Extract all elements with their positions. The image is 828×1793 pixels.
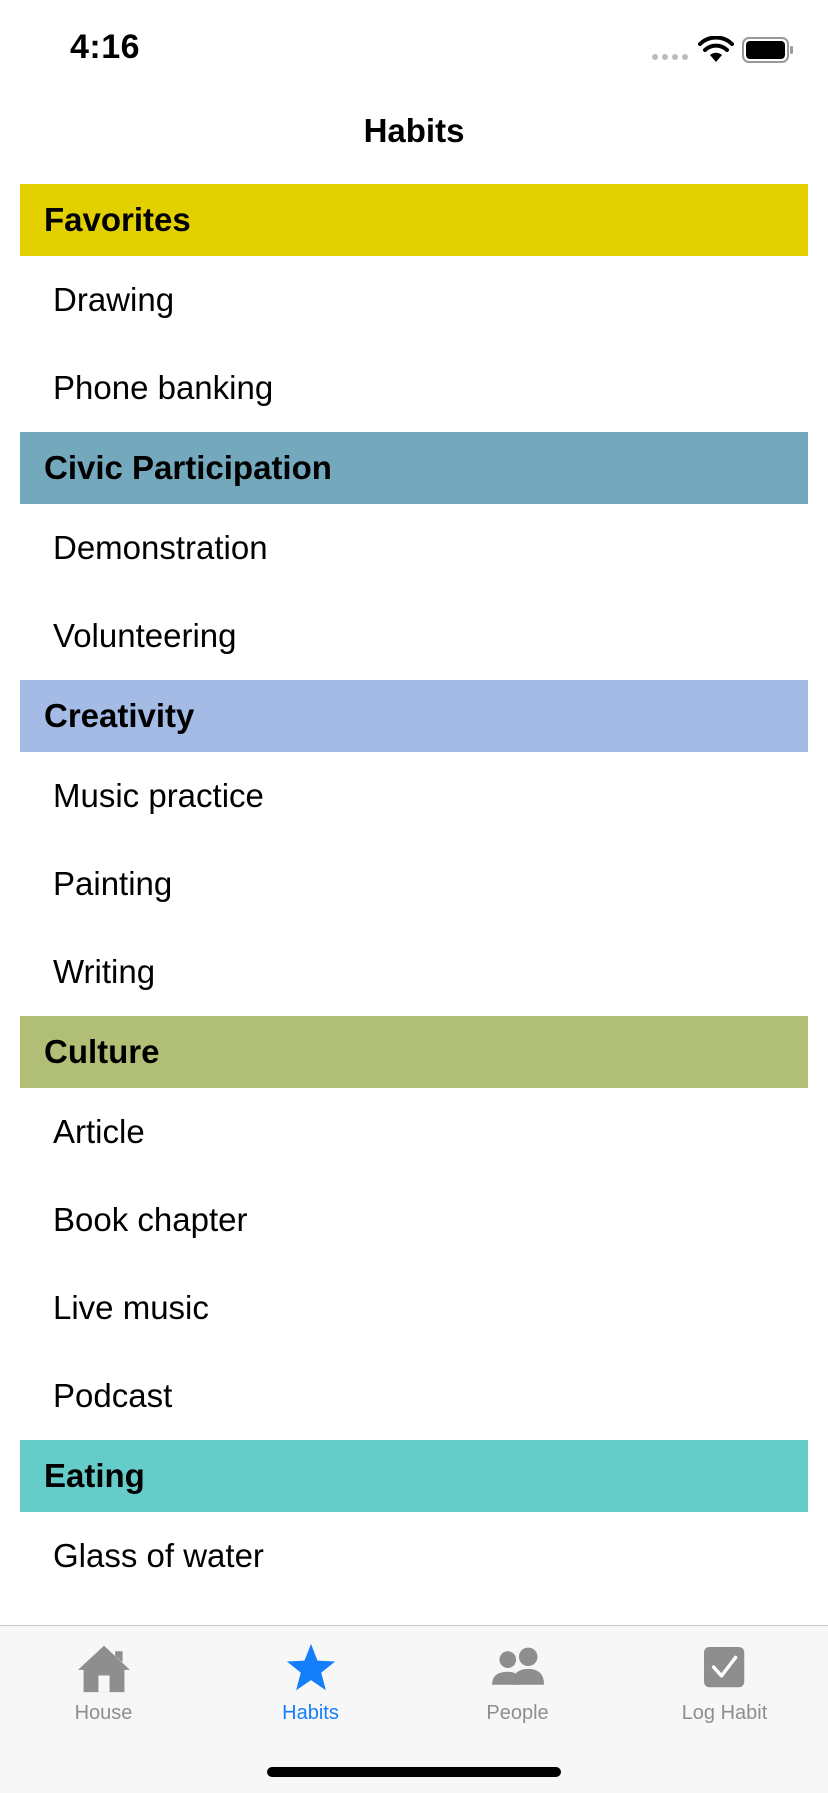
wifi-icon	[698, 36, 734, 62]
tab-people[interactable]: People	[414, 1626, 621, 1731]
habit-list: Favorites Drawing Phone banking Civic Parti…	[0, 184, 828, 1600]
section-header: Creativity	[20, 680, 808, 752]
section-header: Eating	[20, 1440, 808, 1512]
habit-label: Volunteering	[53, 617, 237, 654]
habit-label: Music practice	[53, 777, 264, 814]
habit-row[interactable]: Article	[0, 1088, 828, 1176]
habit-label: Writing	[53, 953, 156, 990]
habit-row[interactable]: Demonstration	[0, 504, 828, 592]
tab-label: House	[74, 1702, 133, 1724]
tab-habits[interactable]: Habits	[207, 1626, 414, 1731]
habit-row[interactable]: Glass of water	[0, 1512, 828, 1600]
people-icon	[486, 1640, 550, 1696]
tab-label: People	[486, 1702, 549, 1724]
habit-label: Glass of water	[53, 1537, 264, 1574]
cellular-signal-icon	[652, 54, 688, 60]
tab-house[interactable]: House	[0, 1626, 207, 1731]
habit-row[interactable]: Writing	[0, 928, 828, 1016]
status-bar: 4:16	[0, 0, 828, 100]
habit-row[interactable]: Phone banking	[0, 344, 828, 432]
habit-label: Live music	[53, 1289, 209, 1326]
habit-label: Phone banking	[53, 369, 274, 406]
habit-row[interactable]: Book chapter	[0, 1176, 828, 1264]
habit-label: Drawing	[53, 281, 175, 318]
tab-label: Habits	[282, 1702, 339, 1724]
house-icon	[72, 1640, 136, 1696]
habit-row[interactable]: Live music	[0, 1264, 828, 1352]
checkmark-icon	[693, 1640, 757, 1696]
battery-icon	[742, 37, 793, 63]
section-header: Civic Participation	[20, 432, 808, 504]
star-icon	[279, 1640, 343, 1696]
habit-label: Book chapter	[53, 1201, 248, 1238]
habit-row[interactable]: Painting	[0, 840, 828, 928]
home-indicator[interactable]	[267, 1767, 561, 1777]
habit-label: Painting	[53, 865, 173, 902]
habit-row[interactable]: Volunteering	[0, 592, 828, 680]
habit-label: Demonstration	[53, 529, 268, 566]
habit-row[interactable]: Music practice	[0, 752, 828, 840]
habit-label: Article	[53, 1113, 145, 1150]
section-header: Culture	[20, 1016, 808, 1088]
section-header: Favorites	[20, 184, 808, 256]
tab-label: Log Habit	[681, 1702, 768, 1724]
habit-label: Podcast	[53, 1377, 173, 1414]
tab-log-habit[interactable]: Log Habit	[621, 1626, 828, 1731]
status-time: 4:16	[70, 28, 141, 66]
page-title: Habits	[363, 112, 465, 149]
habit-row[interactable]: Drawing	[0, 256, 828, 344]
habit-row[interactable]: Podcast	[0, 1352, 828, 1440]
